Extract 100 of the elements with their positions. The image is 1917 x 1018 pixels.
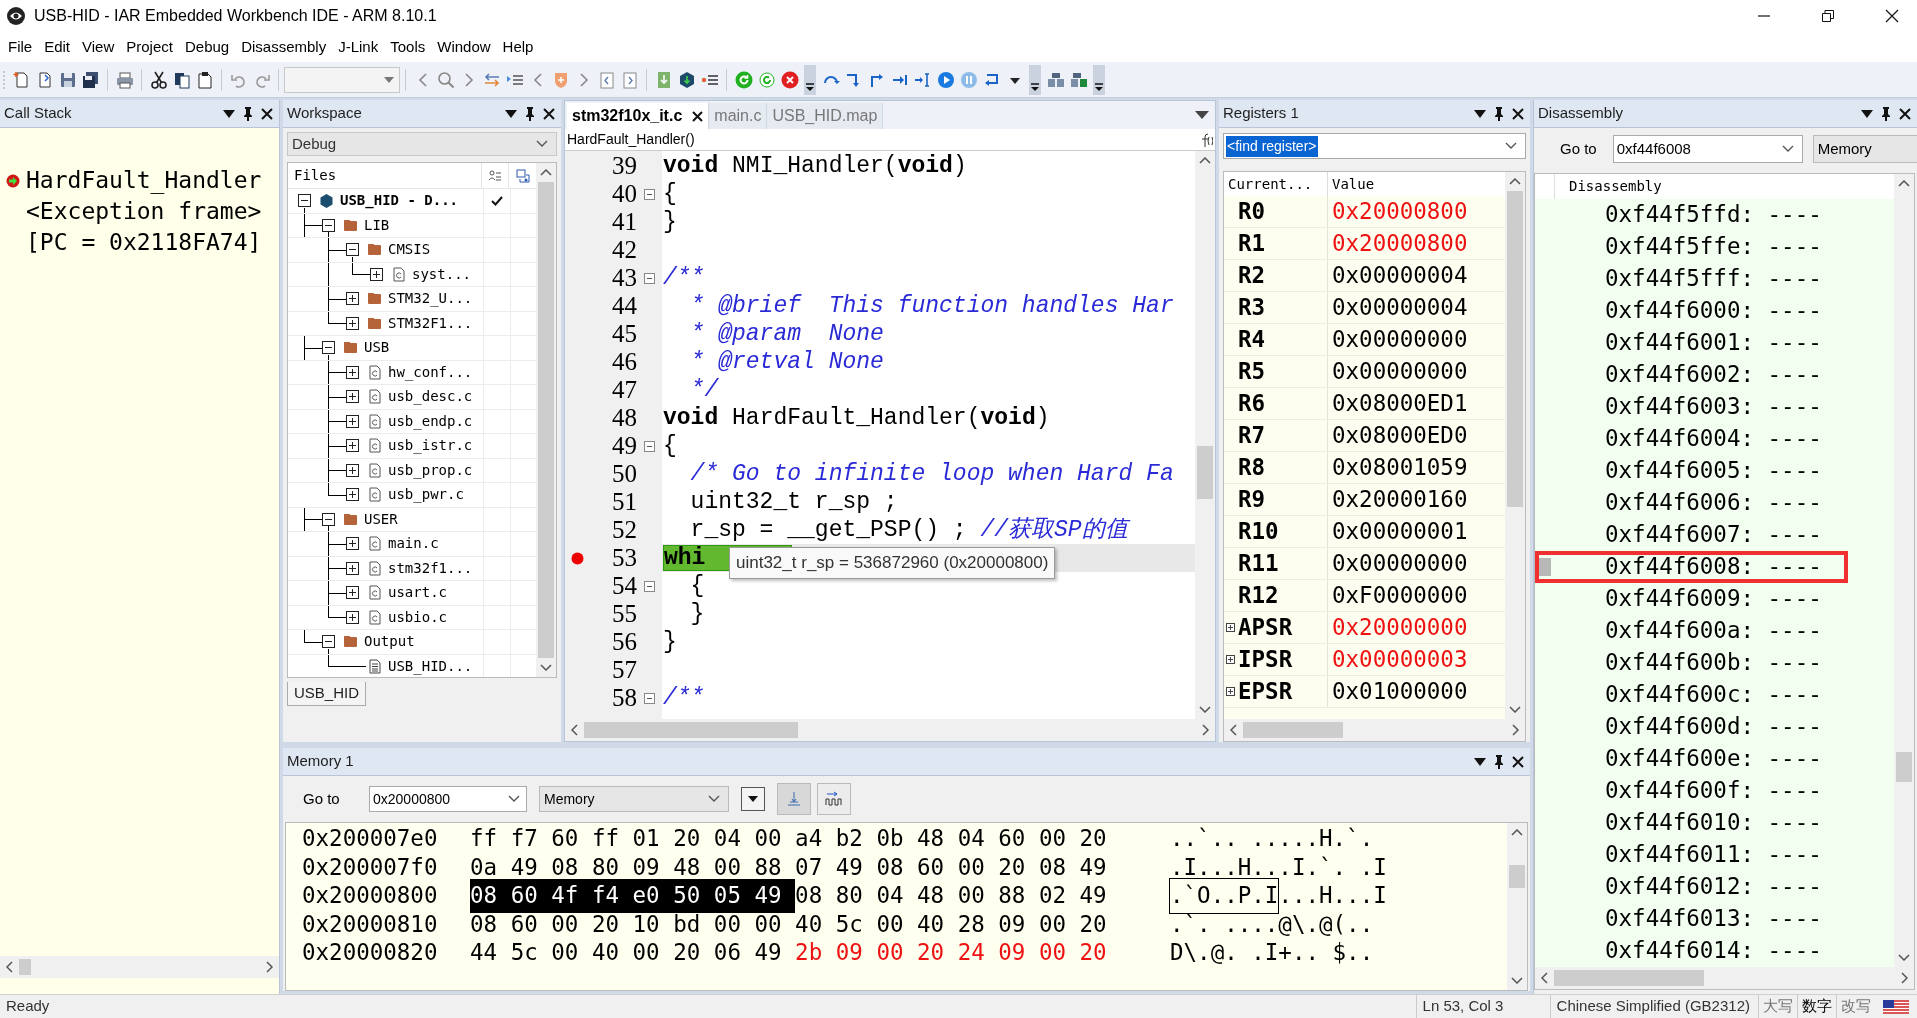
- expand-icon[interactable]: [346, 390, 359, 404]
- tree-item[interactable]: usb_istr.c: [388, 435, 473, 457]
- collapse-icon[interactable]: [322, 635, 335, 649]
- scroll-up-icon[interactable]: [1509, 178, 1521, 185]
- call-stack-frame[interactable]: HardFault_Handler: [26, 165, 262, 196]
- editor-tab[interactable]: stm32f10x_it.c: [567, 103, 710, 129]
- scroll-down-icon[interactable]: [1898, 954, 1910, 961]
- collapse-icon[interactable]: [298, 194, 311, 208]
- menu-item[interactable]: Edit: [38, 35, 77, 59]
- scroll-left-icon[interactable]: [1230, 724, 1237, 736]
- register-search-field[interactable]: <find register>: [1223, 133, 1526, 159]
- restore-icon[interactable]: [1821, 9, 1835, 23]
- tree-item[interactable]: USB: [364, 337, 390, 359]
- pin-icon[interactable]: [242, 106, 254, 121]
- horizontal-scrollbar[interactable]: [0, 956, 279, 978]
- expand-icon[interactable]: [346, 439, 359, 453]
- scroll-left-icon[interactable]: [1541, 972, 1548, 984]
- fold-toggle-icon[interactable]: [644, 580, 655, 592]
- scrollbar-thumb[interactable]: [584, 722, 799, 738]
- breakpoint-icon[interactable]: [570, 551, 584, 565]
- dropdown-caret-icon[interactable]: [1861, 108, 1873, 119]
- print-icon[interactable]: [115, 70, 134, 89]
- fold-toggle-icon[interactable]: [644, 188, 655, 200]
- scrollbar-thumb[interactable]: [1509, 865, 1525, 889]
- play-icon[interactable]: [936, 70, 955, 89]
- editor-tab[interactable]: main.c: [709, 103, 768, 129]
- scroll-right-icon[interactable]: [1512, 724, 1519, 736]
- scroll-right-icon[interactable]: [1202, 724, 1209, 736]
- tree-item[interactable]: STM32_U...: [388, 288, 473, 310]
- menu-item[interactable]: Disassembly: [235, 35, 333, 59]
- hexagon-download-icon[interactable]: [677, 70, 696, 89]
- expand-icon[interactable]: [346, 365, 359, 379]
- call-stack-frame[interactable]: <Exception frame>: [26, 196, 262, 227]
- run-to-cursor-icon[interactable]: [913, 70, 932, 89]
- dropdown-caret-icon[interactable]: [1474, 108, 1486, 119]
- vertical-scrollbar[interactable]: [536, 163, 556, 677]
- columns-icon[interactable]: [488, 169, 503, 182]
- tree-item[interactable]: USB_HID - D...: [340, 190, 458, 212]
- overflow-icon[interactable]: [1093, 64, 1105, 95]
- dropdown-button[interactable]: [741, 787, 765, 811]
- scroll-left-icon[interactable]: [571, 724, 578, 736]
- expand-icon[interactable]: [346, 537, 359, 551]
- scrollbar-thumb[interactable]: [1507, 191, 1523, 507]
- paste-icon[interactable]: [195, 70, 214, 89]
- tree-item[interactable]: stm32f1...: [388, 557, 473, 579]
- expand-icon[interactable]: [346, 463, 359, 477]
- memory-type-dropdown[interactable]: Memory: [1812, 135, 1917, 163]
- scrollbar-thumb[interactable]: [538, 182, 554, 658]
- copy-icon[interactable]: [172, 70, 191, 89]
- fold-toggle-icon[interactable]: [644, 440, 655, 452]
- collapse-icon[interactable]: [322, 512, 335, 526]
- tree-item[interactable]: usb_pwr.c: [388, 484, 464, 506]
- save-icon[interactable]: [58, 70, 77, 89]
- menu-item[interactable]: Tools: [384, 35, 432, 59]
- menu-item[interactable]: Help: [496, 35, 540, 59]
- tree-item[interactable]: STM32F1...: [388, 312, 473, 334]
- overflow-icon[interactable]: [1029, 64, 1041, 95]
- tree-item[interactable]: USER: [364, 508, 398, 530]
- horizontal-scrollbar[interactable]: [1224, 719, 1525, 741]
- page-left-icon[interactable]: [597, 70, 616, 89]
- reset-icon[interactable]: [757, 70, 776, 89]
- pin-icon[interactable]: [1880, 106, 1892, 121]
- expand-icon[interactable]: [1225, 687, 1235, 696]
- toolbar-grip-icon[interactable]: [2, 68, 6, 91]
- overflow-icon[interactable]: [804, 64, 816, 95]
- expand-icon[interactable]: [346, 488, 359, 502]
- scrollbar-thumb[interactable]: [1896, 751, 1912, 782]
- tree-item[interactable]: usb_endp.c: [388, 410, 473, 432]
- search-icon[interactable]: [436, 70, 455, 89]
- pin-icon[interactable]: [1493, 106, 1505, 121]
- tree-item[interactable]: usb_desc.c: [388, 386, 473, 408]
- menu-item[interactable]: J-Link: [332, 35, 385, 59]
- stop-icon[interactable]: [780, 70, 799, 89]
- scrollbar-thumb[interactable]: [1197, 445, 1213, 499]
- dropdown-caret-icon[interactable]: [223, 108, 235, 119]
- tree-item[interactable]: Output: [364, 631, 415, 653]
- close-icon[interactable]: [692, 110, 704, 122]
- scroll-right-icon[interactable]: [1901, 972, 1908, 984]
- close-icon[interactable]: [1899, 107, 1911, 120]
- menu-item[interactable]: Window: [431, 35, 497, 59]
- expand-icon[interactable]: [1225, 623, 1235, 632]
- new-file-icon[interactable]: [12, 70, 31, 89]
- tree-item[interactable]: USB_HID...: [388, 655, 473, 677]
- toggle-button[interactable]: [817, 783, 851, 815]
- vertical-scrollbar[interactable]: [1195, 151, 1215, 719]
- collapse-icon[interactable]: [346, 243, 359, 257]
- scroll-right-icon[interactable]: [266, 961, 273, 973]
- expand-icon[interactable]: [346, 586, 359, 600]
- close-icon[interactable]: [543, 107, 555, 120]
- tree-item[interactable]: usbio.c: [388, 606, 447, 628]
- expand-icon[interactable]: [346, 292, 359, 306]
- expand-icon[interactable]: [346, 316, 359, 330]
- swap-arrows-icon[interactable]: [482, 70, 501, 89]
- function-icon[interactable]: [1199, 131, 1213, 148]
- grid-settings-icon[interactable]: [515, 168, 530, 183]
- address-field[interactable]: 0x20000800: [369, 786, 527, 812]
- toggle-button[interactable]: [777, 783, 811, 815]
- vertical-scrollbar[interactable]: [1894, 174, 1914, 967]
- refresh-icon[interactable]: [734, 70, 753, 89]
- expand-icon[interactable]: [1225, 655, 1235, 664]
